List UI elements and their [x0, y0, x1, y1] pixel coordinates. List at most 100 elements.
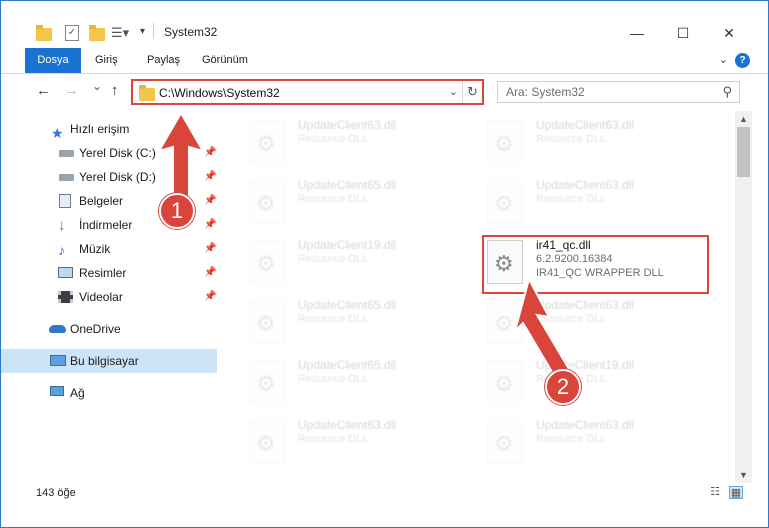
cloud-icon	[49, 325, 66, 333]
vertical-scrollbar[interactable]: ▲ ▼	[735, 111, 752, 483]
gear-icon: ⚙	[256, 431, 276, 456]
videos-icon	[58, 291, 73, 303]
sidebar-item-label: Belgeler	[79, 194, 124, 208]
sidebar-item-label: OneDrive	[70, 322, 121, 336]
scroll-down-icon[interactable]: ▼	[735, 467, 752, 483]
refresh-button[interactable]: ↻	[462, 81, 482, 103]
customize-toolbar-icon[interactable]: ☰▾	[111, 25, 129, 41]
properties-icon[interactable]: ✓	[65, 25, 79, 41]
gear-icon: ⚙	[256, 191, 276, 216]
file-name: UpdateClient63.dll	[536, 118, 635, 132]
file-item[interactable]: ⚙ UpdateClient19.dllResource DLL	[243, 234, 473, 290]
address-bar[interactable]: C:\Windows\System32 ⌄ ↻	[131, 79, 484, 105]
search-input[interactable]	[498, 82, 708, 102]
sidebar-item-videos[interactable]: Videolar 📌	[1, 285, 217, 309]
folder-icon	[36, 25, 52, 41]
search-icon[interactable]: ⚲	[722, 84, 732, 100]
sidebar-item-label: İndirmeler	[79, 218, 133, 232]
maximize-button[interactable]: ☐	[660, 25, 706, 45]
gear-icon: ⚙	[494, 191, 514, 216]
documents-icon	[59, 194, 71, 208]
dll-file-icon: ⚙	[249, 360, 285, 404]
sidebar-item-label: Yerel Disk (C:)	[79, 146, 156, 160]
file-item[interactable]: ⚙ UpdateClient65.dll Resource DLL	[243, 354, 473, 410]
tab-paylas[interactable]: Paylaş	[137, 48, 190, 73]
sidebar-item-network[interactable]: Ağ	[1, 381, 217, 405]
star-icon: ★	[51, 125, 64, 141]
file-name: UpdateClient65.dll	[298, 358, 397, 372]
ribbon-expand-icon[interactable]: ⌄	[719, 53, 728, 66]
quick-access-dropdown-icon[interactable]: ▾	[140, 26, 145, 37]
forward-button[interactable]: →	[64, 82, 79, 99]
file-detail: Resource DLL	[298, 193, 369, 205]
dll-file-icon: ⚙	[249, 420, 285, 464]
tab-dosya[interactable]: Dosya	[25, 48, 81, 73]
file-item[interactable]: ⚙ UpdateClient63.dll Resource DLL	[481, 114, 711, 170]
address-path[interactable]: C:\Windows\System32	[159, 86, 280, 100]
dll-file-icon: ⚙	[249, 300, 285, 344]
sidebar-item-onedrive[interactable]: OneDrive	[1, 317, 217, 341]
sidebar-item-music[interactable]: ♪ Müzik 📌	[1, 237, 217, 261]
callout-badge-2: 2	[545, 369, 581, 405]
file-detail: Resource DLL	[536, 433, 607, 445]
file-name: UpdateClient63.dll	[298, 418, 397, 432]
sidebar-item-label: Hızlı erişim	[70, 122, 130, 136]
tiles-view-icon[interactable]: ▦	[729, 486, 743, 499]
explorer-window: ✓ ☰▾ ▾ System32 — ☐ ✕ Dosya Giriş Paylaş…	[0, 0, 769, 528]
music-icon: ♪	[58, 242, 65, 258]
sidebar-item-label: Videolar	[79, 290, 123, 304]
tab-giris[interactable]: Giriş	[85, 48, 128, 73]
help-icon[interactable]: ?	[735, 53, 750, 68]
dll-file-icon: ⚙	[249, 120, 285, 164]
sidebar-item-pictures[interactable]: Resimler 📌	[1, 261, 217, 285]
drive-icon	[59, 174, 74, 181]
scroll-up-icon[interactable]: ▲	[735, 111, 752, 127]
dll-file-icon: ⚙	[487, 420, 523, 464]
sidebar-item-label: Ağ	[70, 386, 85, 400]
gear-icon: ⚙	[256, 371, 276, 396]
gear-icon: ⚙	[256, 131, 276, 156]
drive-icon	[59, 150, 74, 157]
network-icon	[50, 386, 64, 396]
tab-gorunum[interactable]: Görünüm	[192, 48, 258, 73]
file-name: UpdateClient63.dll	[536, 178, 635, 192]
pin-icon[interactable]: 📌	[204, 261, 216, 285]
minimize-button[interactable]: —	[614, 25, 660, 45]
title-separator	[153, 23, 154, 39]
address-dropdown-icon[interactable]: ⌄	[449, 85, 458, 98]
pictures-icon	[58, 267, 73, 278]
file-name: UpdateClient63.dll	[298, 118, 397, 132]
gear-icon: ⚙	[494, 371, 514, 396]
new-folder-icon[interactable]	[89, 25, 105, 41]
scroll-thumb[interactable]	[737, 127, 750, 177]
file-detail: Resource DLL	[298, 373, 369, 385]
search-box[interactable]: ⚲	[497, 81, 740, 103]
file-name: UpdateClient63.dll	[536, 418, 635, 432]
item-count: 143 öğe	[36, 487, 76, 499]
recent-locations-button[interactable]: ⌄	[92, 79, 102, 93]
navigation-bar: ← → ⌄ ↑ C:\Windows\System32 ⌄ ↻ ⚲	[1, 75, 768, 107]
file-item[interactable]: ⚙ UpdateClient63.dll Resource DLL	[481, 414, 711, 470]
file-item[interactable]: ⚙ UpdateClient63.dll Resource DLL	[481, 174, 711, 230]
close-button[interactable]: ✕	[706, 25, 752, 45]
file-item[interactable]: ⚙ UpdateClient65.dll Resource DLL	[243, 294, 473, 350]
sidebar-item-label: Resimler	[79, 266, 127, 280]
ribbon-tabs: Dosya Giriş Paylaş Görünüm ⌄ ?	[1, 48, 768, 74]
details-view-icon[interactable]: ☷	[708, 486, 722, 499]
back-button[interactable]: ←	[36, 82, 51, 99]
title-bar: ✓ ☰▾ ▾ System32 — ☐ ✕	[1, 1, 768, 45]
file-item[interactable]: ⚙ UpdateClient63.dll Resource DLL	[243, 414, 473, 470]
gear-icon: ⚙	[256, 251, 276, 276]
file-detail: Resource DLL	[298, 313, 369, 325]
up-button[interactable]: ↑	[111, 82, 119, 99]
file-item[interactable]: ⚙ UpdateClient63.dll Resource DLL	[243, 114, 473, 170]
dll-file-icon: ⚙	[249, 180, 285, 224]
file-detail: Resource DLL	[536, 193, 607, 205]
pin-icon[interactable]: 📌	[204, 237, 216, 261]
sidebar-item-this-pc[interactable]: Bu bilgisayar	[1, 349, 217, 373]
file-detail: Resource DLL	[298, 133, 369, 145]
folder-icon	[139, 85, 155, 101]
pin-icon[interactable]: 📌	[204, 285, 216, 309]
dll-file-icon: ⚙	[249, 240, 285, 284]
file-item[interactable]: ⚙ UpdateClient65.dll Resource DLL	[243, 174, 473, 230]
